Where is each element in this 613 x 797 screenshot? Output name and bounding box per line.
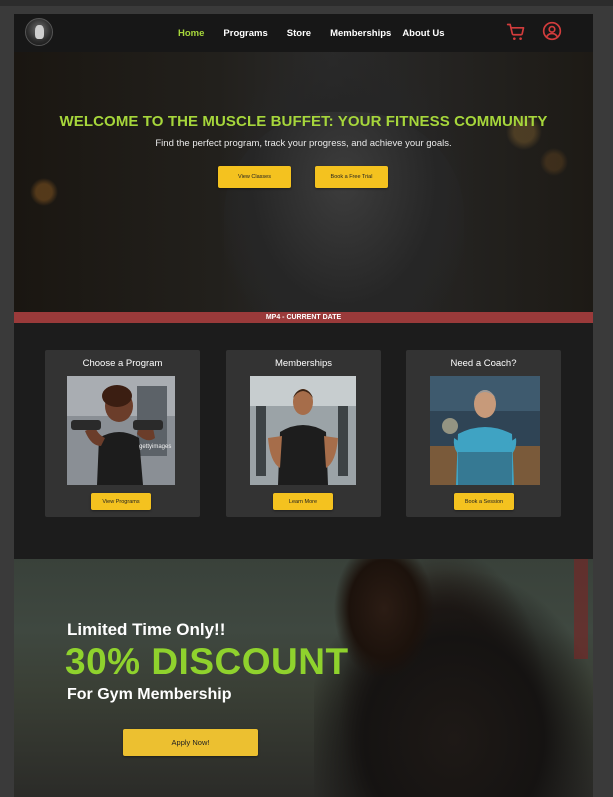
card-title: Choose a Program — [82, 358, 163, 369]
getty-watermark: gettyimages — [139, 444, 171, 450]
membership-image — [250, 376, 356, 485]
card-title: Memberships — [274, 358, 333, 369]
window-top-strip — [0, 0, 613, 6]
promo-headline: 30% DISCOUNT — [65, 641, 349, 682]
book-session-button[interactable]: Book a Session — [454, 493, 514, 510]
view-classes-button[interactable]: View Classes — [218, 166, 291, 188]
promo-background-image — [314, 559, 593, 797]
navbar: Home Programs Store Memberships About Us — [14, 14, 593, 52]
nav-memberships[interactable]: Memberships — [330, 28, 391, 39]
feature-cards-section: Choose a Program gettyimages View Progra… — [14, 323, 593, 559]
cart-icon[interactable] — [506, 22, 526, 42]
coach-image — [430, 376, 540, 485]
promo-section: Limited Time Only!! 30% DISCOUNT For Gym… — [14, 559, 593, 797]
promo-subline: For Gym Membership — [67, 686, 232, 703]
promo-decor — [574, 559, 588, 659]
date-bar: MP4 - CURRENT DATE — [14, 312, 593, 323]
card-choose-program: Choose a Program gettyimages View Progra… — [45, 350, 200, 517]
promo-kicker: Limited Time Only!! — [67, 620, 226, 639]
nav-links: Home Programs Store Memberships About Us — [178, 14, 445, 52]
nav-programs[interactable]: Programs — [223, 28, 267, 39]
hero-title: WELCOME TO THE MUSCLE BUFFET: YOUR FITNE… — [59, 113, 548, 130]
logo[interactable] — [25, 18, 53, 46]
card-need-coach: Need a Coach? Book a Session — [406, 350, 561, 517]
card-title: Need a Coach? — [450, 358, 517, 369]
nav-home[interactable]: Home — [178, 28, 204, 39]
program-image: gettyimages — [67, 376, 175, 485]
learn-more-button[interactable]: Learn More — [273, 493, 333, 510]
view-programs-button[interactable]: View Programs — [91, 493, 151, 510]
hero-subtitle: Find the perfect program, track your pro… — [155, 138, 452, 149]
book-free-trial-button[interactable]: Book a Free Trial — [315, 166, 388, 188]
user-icon[interactable] — [542, 21, 562, 41]
nav-about-us[interactable]: About Us — [402, 28, 444, 39]
apply-now-button[interactable]: Apply Now! — [123, 729, 258, 756]
nav-store[interactable]: Store — [287, 28, 311, 39]
page-frame: Home Programs Store Memberships About Us… — [14, 14, 593, 797]
hero-section: WELCOME TO THE MUSCLE BUFFET: YOUR FITNE… — [14, 52, 593, 312]
card-memberships: Memberships Learn More — [226, 350, 381, 517]
